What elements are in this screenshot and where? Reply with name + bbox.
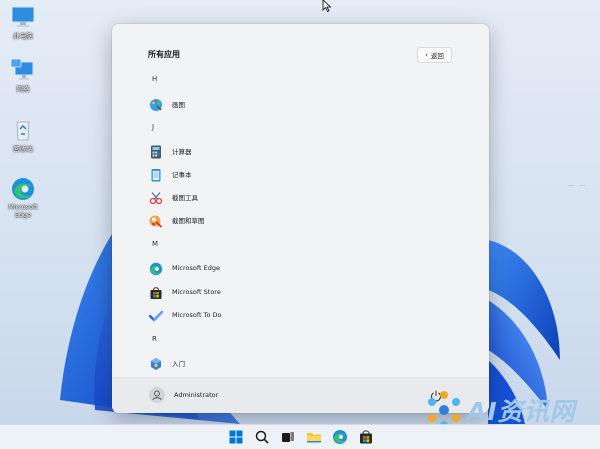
chevron-left-icon: ‹ bbox=[425, 51, 428, 59]
app-item-get-started[interactable]: 入门 bbox=[144, 353, 464, 373]
app-item-snipping-tool[interactable]: 截图工具 bbox=[144, 187, 464, 207]
mouse-cursor-icon bbox=[322, 0, 331, 12]
app-name: 截图工具 bbox=[172, 194, 198, 202]
app-item-microsoft-edge[interactable]: Microsoft Edge bbox=[144, 258, 464, 278]
watermark-text: AI资讯网 bbox=[467, 397, 576, 426]
user-name: Administrator bbox=[174, 391, 219, 399]
desktop-icon-edge[interactable]: Microsoft Edge bbox=[2, 176, 44, 219]
store-icon[interactable] bbox=[358, 429, 374, 445]
network-icon bbox=[10, 58, 36, 82]
section-letter-m[interactable]: M bbox=[152, 240, 158, 248]
desktop-icon-label: Microsoft Edge bbox=[8, 203, 38, 219]
store-icon bbox=[149, 285, 163, 299]
app-name: Microsoft Edge bbox=[172, 264, 221, 272]
app-item-microsoft-store[interactable]: Microsoft Store bbox=[144, 282, 464, 302]
windows-start-icon[interactable] bbox=[228, 429, 244, 445]
app-item-paint[interactable]: 画图 bbox=[144, 94, 464, 114]
recycle-bin-icon bbox=[10, 118, 36, 142]
search-icon[interactable] bbox=[254, 429, 270, 445]
app-item-notepad[interactable]: 记事本 bbox=[144, 164, 464, 184]
notepad-icon bbox=[149, 167, 163, 182]
start-menu: 所有应用 ‹ 返回 H 画图 J 计算器 记事本 截图工具 截图和草图 M Mi… bbox=[112, 24, 489, 413]
app-name: 记事本 bbox=[172, 171, 192, 179]
desktop-icon-network[interactable]: 网络 bbox=[2, 58, 44, 93]
paint-icon bbox=[149, 97, 163, 111]
desktop-icon-label: 回收站 bbox=[13, 145, 33, 153]
app-item-microsoft-to-do[interactable]: Microsoft To Do bbox=[144, 305, 464, 325]
computer-icon bbox=[10, 5, 36, 29]
app-name: 入门 bbox=[172, 360, 185, 368]
snip-sketch-icon bbox=[149, 213, 163, 228]
snipping-tool-icon bbox=[149, 190, 163, 205]
section-letter-h[interactable]: H bbox=[152, 75, 157, 83]
desktop-icon-label: 网络 bbox=[16, 85, 30, 93]
file-explorer-icon[interactable] bbox=[306, 429, 322, 445]
app-name: 计算器 bbox=[172, 148, 192, 156]
all-apps-title: 所有应用 bbox=[148, 50, 180, 59]
edge-icon bbox=[149, 261, 163, 276]
back-button[interactable]: ‹ 返回 bbox=[417, 47, 452, 63]
calculator-icon bbox=[149, 144, 163, 159]
user-icon bbox=[152, 390, 162, 401]
desktop-icon-recycle-bin[interactable]: 回收站 bbox=[2, 118, 44, 153]
app-item-snip-sketch[interactable]: 截图和草图 bbox=[144, 210, 464, 230]
app-name: Microsoft Store bbox=[172, 288, 221, 296]
desktop-icon-label: 此电脑 bbox=[13, 32, 33, 40]
edge-icon bbox=[10, 176, 36, 200]
avatar bbox=[149, 387, 165, 403]
desktop-icon-computer[interactable]: 此电脑 bbox=[2, 5, 44, 40]
section-letter-j[interactable]: J bbox=[152, 123, 154, 131]
user-account-button[interactable]: Administrator bbox=[149, 387, 218, 403]
app-name: 截图和草图 bbox=[172, 217, 205, 225]
app-name: Microsoft To Do bbox=[172, 311, 222, 319]
todo-icon bbox=[148, 308, 164, 322]
edge-icon[interactable] bbox=[332, 429, 348, 445]
app-name: 画图 bbox=[172, 101, 185, 109]
desktop-decoration: — — bbox=[568, 181, 588, 189]
back-button-label: 返回 bbox=[430, 52, 444, 60]
section-letter-r[interactable]: R bbox=[152, 335, 157, 343]
get-started-icon bbox=[149, 356, 163, 370]
taskbar bbox=[0, 424, 600, 449]
task-view-icon[interactable] bbox=[280, 429, 296, 445]
app-item-calculator[interactable]: 计算器 bbox=[144, 141, 464, 161]
